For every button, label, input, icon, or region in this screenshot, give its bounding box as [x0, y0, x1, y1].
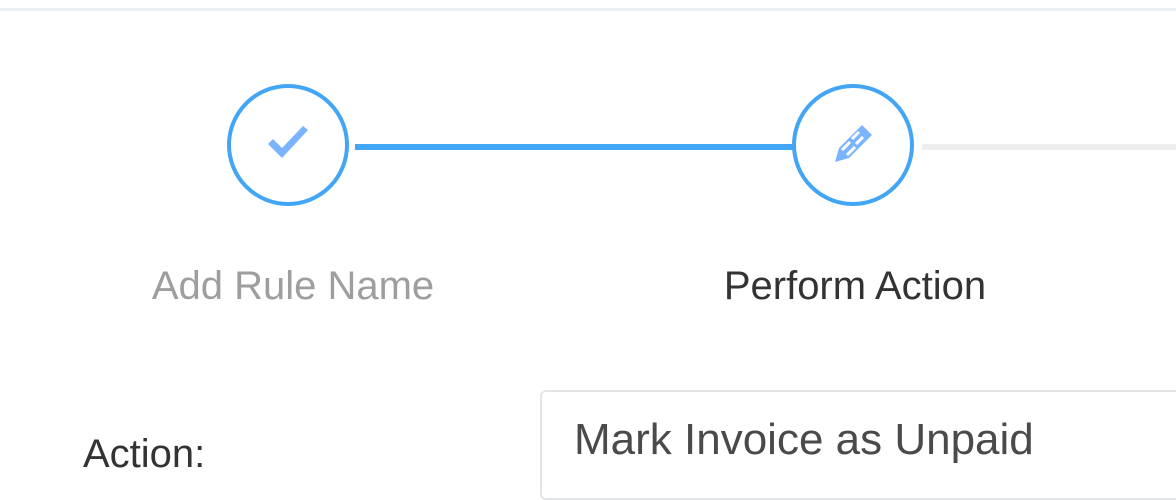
check-icon	[268, 126, 308, 158]
pencil-icon	[835, 125, 872, 162]
top-divider	[0, 8, 1176, 11]
action-select[interactable]: Mark Invoice as Unpaid	[540, 390, 1176, 500]
step-perform-action-label: Perform Action	[723, 264, 987, 308]
action-select-value: Mark Invoice as Unpaid	[574, 415, 1034, 464]
step-connector-pending	[922, 144, 1176, 150]
step-add-rule-name-label: Add Rule Name	[151, 264, 435, 308]
step-connector-completed	[355, 144, 795, 150]
step-perform-action[interactable]	[792, 84, 914, 206]
action-label: Action:	[83, 432, 206, 476]
step-add-rule-name[interactable]	[227, 84, 349, 206]
